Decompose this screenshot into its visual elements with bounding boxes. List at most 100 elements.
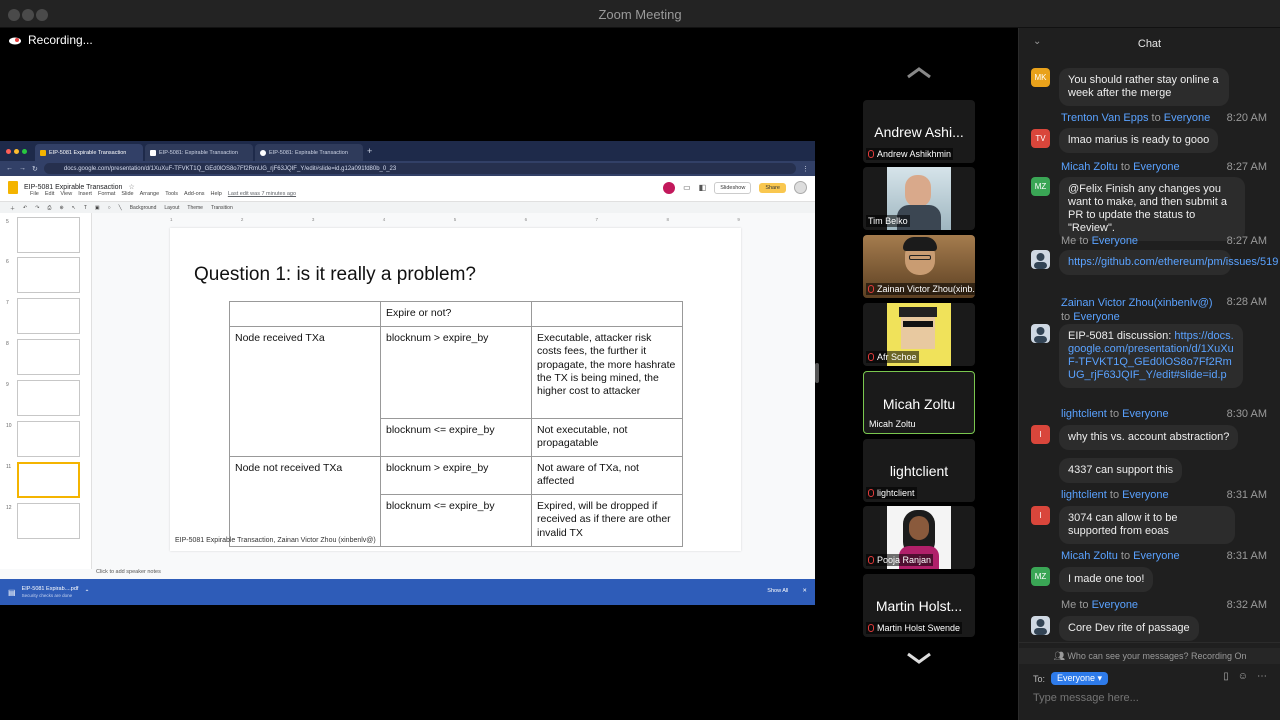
table-cell[interactable]: Expire or not? bbox=[380, 301, 532, 327]
toolbar-transition[interactable]: Transition bbox=[211, 205, 233, 211]
table-cell[interactable]: blocknum <= expire_by bbox=[380, 494, 532, 547]
browser-tab[interactable]: EIP-5081: Expirable Transaction bbox=[145, 144, 253, 161]
chat-message-input[interactable] bbox=[1033, 692, 1263, 704]
recipient-dropdown[interactable]: Everyone ▾ bbox=[1051, 672, 1109, 685]
chat-privacy-notice[interactable]: 👥︎ Who can see your messages? Recording … bbox=[1019, 648, 1280, 664]
menu-format[interactable]: Format bbox=[98, 191, 115, 197]
chat-message[interactable]: 4337 can support this bbox=[1059, 458, 1183, 483]
participant-tile[interactable]: Tim Belko bbox=[863, 167, 975, 230]
table-cell[interactable] bbox=[229, 301, 381, 327]
table-cell[interactable]: blocknum > expire_by bbox=[380, 326, 532, 419]
chat-message[interactable]: EIP-5081 discussion: https://docs.google… bbox=[1059, 324, 1243, 388]
participant-tile[interactable]: Zainan Victor Zhou(xinb... bbox=[863, 235, 975, 298]
chat-link[interactable]: https://github.com/ethereum/pm/issues/51… bbox=[1068, 256, 1278, 268]
browser-tab[interactable]: EIP-5081: Expirable Transaction bbox=[255, 144, 363, 161]
slide-table[interactable]: Expire or not? Node received TXa blocknu… bbox=[229, 301, 683, 547]
participant-tile[interactable]: Afr Schoe bbox=[863, 303, 975, 366]
textbox-icon[interactable]: T bbox=[84, 205, 87, 211]
table-cell[interactable]: Executable, attacker risk costs fees, th… bbox=[531, 326, 683, 419]
chat-messages[interactable]: MK You should rather stay online a week … bbox=[1019, 58, 1280, 642]
slide-title[interactable]: Question 1: is it really a problem? bbox=[194, 264, 476, 286]
menu-help[interactable]: Help bbox=[211, 191, 222, 197]
table-cell[interactable]: Not aware of TXa, not affected bbox=[531, 456, 683, 495]
extensions-icon[interactable]: ⋮ bbox=[802, 165, 809, 173]
browser-minimize-dot[interactable] bbox=[14, 148, 19, 154]
participant-tile[interactable]: lightclient lightclient bbox=[863, 439, 975, 502]
account-avatar[interactable] bbox=[794, 181, 807, 194]
chat-message[interactable]: https://github.com/ethereum/pm/issues/51… bbox=[1059, 250, 1278, 275]
participant-tile[interactable]: Martin Holst... Martin Holst Swende bbox=[863, 574, 975, 637]
menu-addons[interactable]: Add-ons bbox=[184, 191, 205, 197]
menu-arrange[interactable]: Arrange bbox=[140, 191, 160, 197]
table-cell[interactable]: Node received TXa bbox=[229, 326, 381, 457]
slide-thumbnail[interactable] bbox=[17, 217, 80, 253]
menu-file[interactable]: File bbox=[30, 191, 39, 197]
slide-thumbnail-selected[interactable] bbox=[17, 462, 80, 498]
forward-icon[interactable]: → bbox=[19, 165, 26, 172]
gallery-down-icon[interactable] bbox=[904, 651, 934, 665]
document-title[interactable]: EIP-5081 Expirable Transaction bbox=[24, 184, 122, 191]
last-edit-link[interactable]: Last edit was 7 minutes ago bbox=[228, 191, 296, 197]
print-icon[interactable]: ⎙ bbox=[47, 205, 51, 211]
slide-footer[interactable]: EIP-5081 Expirable Transaction, Zainan V… bbox=[175, 537, 376, 544]
slide-thumbnail[interactable] bbox=[17, 421, 80, 457]
more-icon[interactable]: ⋯ bbox=[1257, 671, 1267, 682]
participant-tile-active-speaker[interactable]: Micah Zoltu Micah Zoltu bbox=[863, 371, 975, 434]
image-icon[interactable]: ▣ bbox=[95, 205, 100, 211]
zoom-icon[interactable]: ⊕ bbox=[59, 205, 63, 211]
slide-thumbnail[interactable] bbox=[17, 503, 80, 539]
speaker-notes[interactable]: Click to add speaker notes bbox=[96, 569, 161, 575]
participant-tile[interactable]: Andrew Ashi... Andrew Ashikhmin bbox=[863, 100, 975, 163]
show-all-button[interactable]: Show All bbox=[767, 588, 788, 594]
chat-message[interactable]: @Felix Finish any changes you want to ma… bbox=[1059, 177, 1245, 241]
slide-canvas[interactable]: Question 1: is it really a problem? Expi… bbox=[170, 228, 741, 551]
browser-tab[interactable]: EIP-5081 Expirable Transaction bbox=[35, 144, 143, 161]
undo-icon[interactable]: ↶ bbox=[23, 205, 27, 211]
chat-message[interactable]: why this vs. account abstraction? bbox=[1059, 425, 1239, 450]
reload-icon[interactable]: ↻ bbox=[32, 165, 38, 173]
chat-message[interactable]: 3074 can allow it to be supported from e… bbox=[1059, 506, 1235, 544]
share-button[interactable]: Share bbox=[759, 182, 786, 193]
slide-thumbnail[interactable] bbox=[17, 257, 80, 293]
file-icon[interactable]: ▯ bbox=[1223, 671, 1229, 682]
slide-thumbnail[interactable] bbox=[17, 339, 80, 375]
table-cell[interactable]: blocknum <= expire_by bbox=[380, 418, 532, 457]
panel-resize-handle[interactable] bbox=[815, 363, 819, 383]
download-item[interactable]: EIP-5081 Expirab....pdf Security checks … bbox=[22, 586, 79, 598]
new-tab-icon[interactable]: + bbox=[367, 146, 372, 156]
browser-close-dot[interactable] bbox=[6, 148, 11, 154]
extension-avatar-icon[interactable] bbox=[663, 181, 676, 194]
emoji-icon[interactable]: ☺ bbox=[1238, 671, 1248, 682]
line-icon[interactable]: ╲ bbox=[119, 205, 122, 211]
slide-thumbnail[interactable] bbox=[17, 298, 80, 334]
redo-icon[interactable]: ↷ bbox=[35, 205, 39, 211]
chat-message[interactable]: lmao marius is ready to gooo bbox=[1059, 128, 1219, 153]
menu-insert[interactable]: Insert bbox=[78, 191, 92, 197]
comments-icon[interactable]: ▭ bbox=[683, 183, 691, 192]
star-icon[interactable]: ☆ bbox=[128, 183, 134, 191]
toolbar-background[interactable]: Background bbox=[130, 205, 157, 211]
slideshow-button[interactable]: Slideshow bbox=[714, 181, 752, 194]
gallery-up-icon[interactable] bbox=[904, 66, 934, 80]
menu-edit[interactable]: Edit bbox=[45, 191, 54, 197]
menu-slide[interactable]: Slide bbox=[121, 191, 133, 197]
table-cell[interactable]: blocknum > expire_by bbox=[380, 456, 532, 495]
table-cell[interactable]: Expired, will be dropped if received as … bbox=[531, 494, 683, 547]
table-cell[interactable]: Node not received TXa bbox=[229, 456, 381, 547]
slide-thumbnail[interactable] bbox=[17, 380, 80, 416]
chevron-up-icon[interactable]: ⌃ bbox=[84, 589, 89, 596]
participant-tile[interactable]: Pooja Ranjan bbox=[863, 506, 975, 569]
chat-message[interactable]: You should rather stay online a week aft… bbox=[1059, 68, 1229, 106]
back-icon[interactable]: ← bbox=[6, 165, 13, 172]
chat-message[interactable]: Core Dev rite of passage bbox=[1059, 616, 1199, 641]
table-cell[interactable]: Not executable, not propagatable bbox=[531, 418, 683, 457]
add-icon[interactable]: ＋ bbox=[10, 205, 15, 212]
toolbar-layout[interactable]: Layout bbox=[164, 205, 179, 211]
table-cell[interactable] bbox=[531, 301, 683, 327]
address-bar[interactable]: docs.google.com/presentation/d/1XuXuF-TF… bbox=[43, 163, 796, 174]
toolbar-theme[interactable]: Theme bbox=[187, 205, 203, 211]
select-icon[interactable]: ↖ bbox=[72, 205, 76, 211]
menu-view[interactable]: View bbox=[60, 191, 72, 197]
meet-icon[interactable]: ◧ bbox=[699, 183, 707, 192]
slides-logo-icon[interactable] bbox=[8, 180, 18, 194]
